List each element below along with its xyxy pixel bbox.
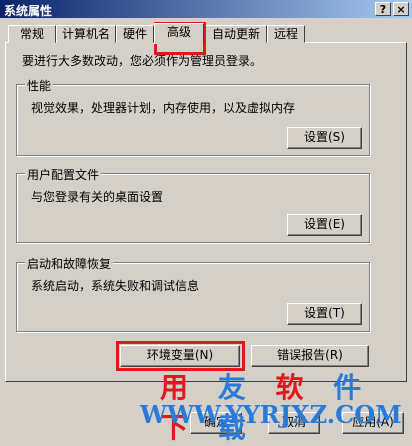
admin-notice: 要进行大多数改动，您必须作为管理员登录。: [22, 54, 263, 68]
error-reporting-button[interactable]: 错误报告(R): [251, 345, 369, 367]
tab-remote[interactable]: 远程: [267, 25, 305, 43]
tab-general[interactable]: 常规: [8, 25, 56, 43]
group-startup-recovery-title: 启动和故障恢复: [25, 255, 114, 272]
window-title: 系统属性: [4, 4, 53, 18]
group-startup-recovery: 启动和故障恢复 系统启动，系统失败和调试信息 设置(T): [16, 255, 370, 332]
performance-settings-button[interactable]: 设置(S): [287, 127, 362, 149]
group-user-profiles: 用户配置文件 与您登录有关的桌面设置 设置(E): [16, 166, 370, 243]
group-user-profiles-title: 用户配置文件: [25, 166, 102, 183]
group-performance: 性能 视觉效果，处理器计划，内存使用，以及虚拟内存 设置(S): [16, 77, 370, 156]
tab-advanced[interactable]: 高级: [154, 23, 204, 44]
group-user-profiles-description: 与您登录有关的桌面设置: [31, 190, 164, 204]
tab-hardware[interactable]: 硬件: [116, 25, 154, 43]
startup-recovery-settings-button[interactable]: 设置(T): [287, 303, 362, 325]
tab-computer-name[interactable]: 计算机名: [56, 25, 116, 43]
watermark-url: WWW.YYRJXZ.COM: [140, 400, 402, 429]
group-performance-title: 性能: [25, 77, 54, 94]
close-button[interactable]: ×: [393, 2, 409, 16]
group-startup-recovery-description: 系统启动，系统失败和调试信息: [31, 279, 200, 293]
tab-automatic-updates[interactable]: 自动更新: [205, 25, 267, 43]
title-bar: 系统属性 ? ×: [0, 0, 412, 18]
tab-strip: 常规 计算机名 硬件 高级 自动更新 远程: [5, 23, 407, 44]
help-button[interactable]: ?: [375, 2, 391, 16]
user-profiles-settings-button[interactable]: 设置(E): [287, 214, 362, 236]
group-performance-description: 视觉效果，处理器计划，内存使用，以及虚拟内存: [31, 101, 296, 115]
